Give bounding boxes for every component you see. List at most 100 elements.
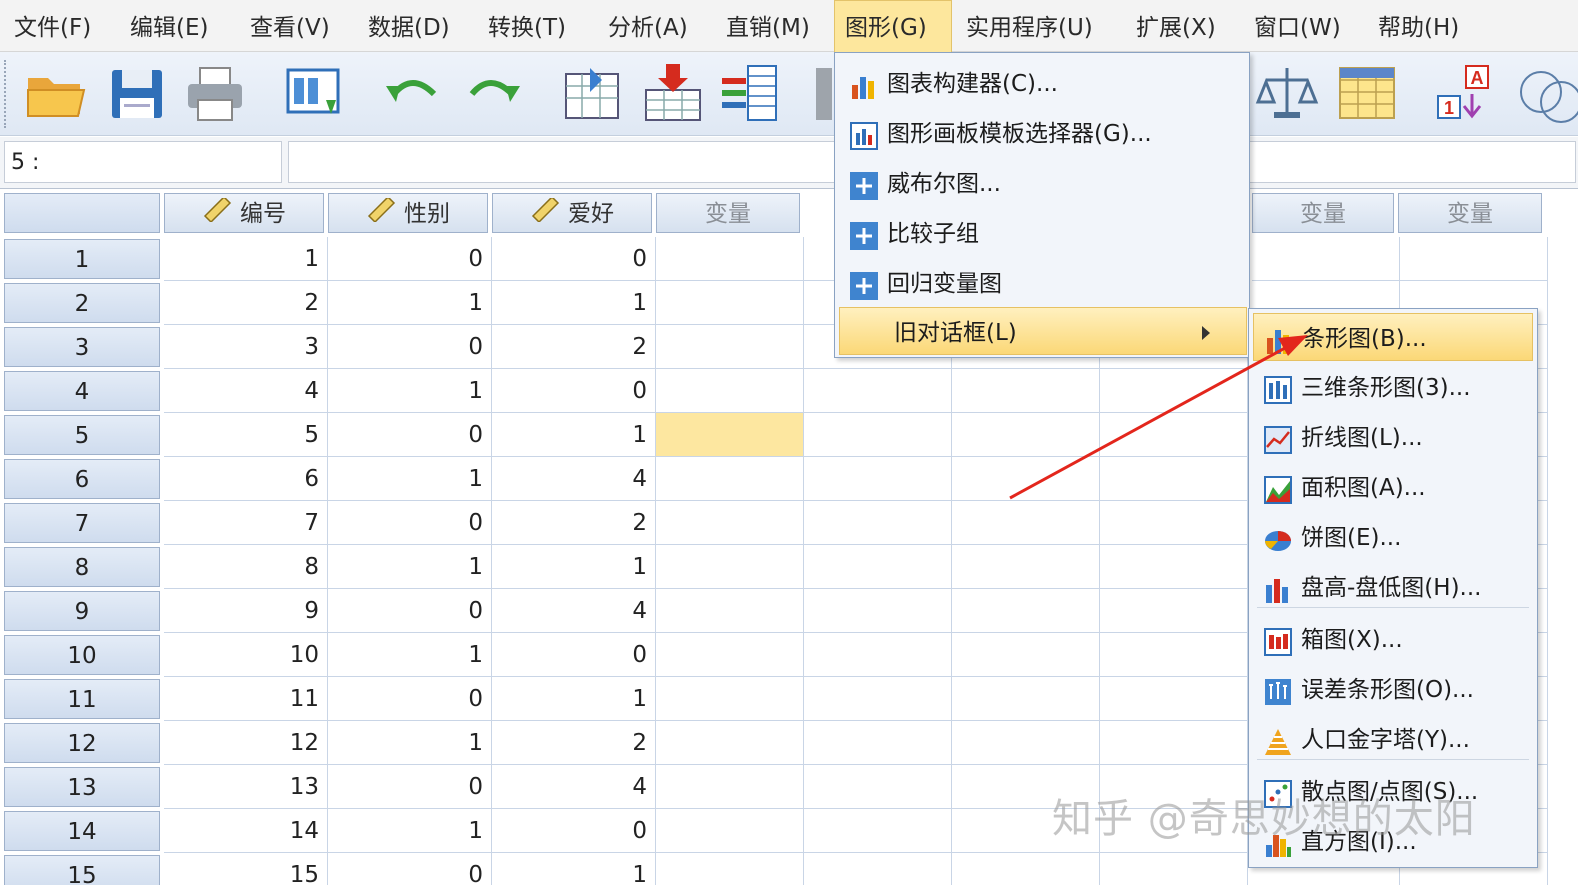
use-sets-icon[interactable]: A1 — [1432, 60, 1498, 126]
submenu-item-boxplot[interactable]: 箱图(X)... — [1253, 615, 1533, 663]
menu-item-compare-subgroups[interactable]: 比较子组 — [835, 209, 1249, 257]
data-cell[interactable]: 7 — [164, 501, 328, 545]
empty-cell[interactable] — [804, 545, 952, 589]
empty-cell[interactable] — [952, 501, 1100, 545]
data-cell[interactable]: 13 — [164, 765, 328, 809]
data-cell[interactable]: 0 — [328, 677, 492, 721]
data-cell[interactable]: 12 — [164, 721, 328, 765]
submenu-item-bar-chart[interactable]: 条形图(B)... — [1253, 313, 1533, 361]
value-labels-icon[interactable] — [1334, 60, 1400, 126]
empty-cell[interactable] — [656, 809, 804, 853]
row-header[interactable]: 11 — [4, 679, 160, 719]
data-cell[interactable]: 1 — [328, 633, 492, 677]
partially-hidden-toolbar-icon[interactable] — [798, 60, 832, 126]
data-cell[interactable]: 9 — [164, 589, 328, 633]
row-header[interactable]: 6 — [4, 459, 160, 499]
menu-graphs[interactable]: 图形(G) — [834, 0, 952, 52]
data-cell[interactable]: 1 — [492, 413, 656, 457]
undo-icon[interactable] — [380, 60, 446, 126]
empty-cell[interactable] — [804, 677, 952, 721]
menu-item-chart-builder[interactable]: 图表构建器(C)... — [835, 59, 1249, 107]
toolbar-grip[interactable] — [4, 60, 8, 128]
data-cell[interactable]: 1 — [492, 545, 656, 589]
empty-cell[interactable] — [656, 721, 804, 765]
row-header[interactable]: 10 — [4, 635, 160, 675]
menu-item-legacy-dialogs[interactable]: 旧对话框(L) — [839, 307, 1247, 355]
column-header-gender[interactable]: 性别 — [328, 193, 488, 233]
row-header[interactable]: 15 — [4, 855, 160, 885]
data-cell[interactable]: 0 — [492, 809, 656, 853]
column-header-hobby[interactable]: 爱好 — [492, 193, 652, 233]
row-header[interactable]: 1 — [4, 239, 160, 279]
submenu-item-population-pyramid[interactable]: 人口金字塔(Y)... — [1253, 715, 1533, 763]
empty-cell[interactable] — [656, 325, 804, 369]
submenu-item-high-low-chart[interactable]: 盘高-盘低图(H)... — [1253, 563, 1533, 611]
empty-cell[interactable] — [656, 589, 804, 633]
data-cell[interactable]: 3 — [164, 325, 328, 369]
data-cell[interactable]: 14 — [164, 809, 328, 853]
empty-cell[interactable] — [952, 369, 1100, 413]
dialog-recall-icon[interactable] — [282, 60, 348, 126]
menu-utilities[interactable]: 实用程序(U) — [956, 0, 1103, 52]
data-cell[interactable]: 4 — [164, 369, 328, 413]
empty-cell[interactable] — [656, 457, 804, 501]
empty-cell[interactable] — [952, 589, 1100, 633]
data-cell[interactable]: 0 — [492, 237, 656, 281]
variables-icon[interactable] — [718, 60, 784, 126]
empty-cell[interactable] — [1100, 545, 1248, 589]
submenu-item-pie-chart[interactable]: 饼图(E)... — [1253, 513, 1533, 561]
data-cell[interactable]: 2 — [164, 281, 328, 325]
selected-cell[interactable] — [656, 413, 804, 457]
data-cell[interactable]: 4 — [492, 457, 656, 501]
empty-cell[interactable] — [804, 589, 952, 633]
empty-cell[interactable] — [656, 369, 804, 413]
data-cell[interactable]: 1 — [328, 457, 492, 501]
empty-cell[interactable] — [656, 677, 804, 721]
menu-edit[interactable]: 编辑(E) — [120, 0, 218, 52]
data-cell[interactable]: 1 — [492, 853, 656, 885]
menu-item-template-chooser[interactable]: 图形画板模板选择器(G)... — [835, 109, 1249, 157]
empty-cell[interactable] — [1100, 677, 1248, 721]
row-header[interactable]: 2 — [4, 283, 160, 323]
print-icon[interactable] — [182, 60, 248, 126]
empty-cell[interactable] — [952, 457, 1100, 501]
menu-data[interactable]: 数据(D) — [358, 0, 460, 52]
data-cell[interactable]: 5 — [164, 413, 328, 457]
row-header[interactable]: 7 — [4, 503, 160, 543]
data-cell[interactable]: 0 — [492, 633, 656, 677]
submenu-item-3d-bar-chart[interactable]: 三维条形图(3)... — [1253, 363, 1533, 411]
empty-cell[interactable] — [656, 501, 804, 545]
empty-cell[interactable] — [1100, 457, 1248, 501]
data-cell[interactable]: 1 — [492, 677, 656, 721]
data-cell[interactable]: 0 — [328, 765, 492, 809]
grid-corner[interactable] — [4, 193, 160, 233]
menu-help[interactable]: 帮助(H) — [1368, 0, 1469, 52]
data-cell[interactable]: 4 — [492, 765, 656, 809]
data-cell[interactable]: 0 — [328, 853, 492, 885]
data-cell[interactable]: 1 — [328, 281, 492, 325]
data-cell[interactable]: 2 — [492, 325, 656, 369]
empty-cell[interactable] — [1100, 853, 1248, 885]
menu-item-regression-plots[interactable]: 回归变量图 — [835, 259, 1249, 307]
empty-cell[interactable] — [952, 721, 1100, 765]
empty-cell[interactable] — [656, 281, 804, 325]
column-header-id[interactable]: 编号 — [164, 193, 324, 233]
empty-cell[interactable] — [952, 413, 1100, 457]
data-cell[interactable]: 1 — [328, 809, 492, 853]
row-header[interactable]: 5 — [4, 415, 160, 455]
empty-cell[interactable] — [656, 633, 804, 677]
data-cell[interactable]: 1 — [492, 281, 656, 325]
goto-case-icon[interactable] — [560, 60, 626, 126]
empty-cell[interactable] — [656, 765, 804, 809]
goto-variable-icon[interactable] — [640, 60, 706, 126]
row-header[interactable]: 3 — [4, 327, 160, 367]
data-cell[interactable]: 2 — [492, 721, 656, 765]
partially-hidden-toolbar-icon-2[interactable] — [1514, 60, 1578, 126]
cell-reference-field[interactable]: 5 : — [4, 141, 282, 183]
empty-cell[interactable] — [804, 809, 952, 853]
data-cell[interactable]: 11 — [164, 677, 328, 721]
submenu-item-error-bar[interactable]: 误差条形图(O)... — [1253, 665, 1533, 713]
data-cell[interactable]: 6 — [164, 457, 328, 501]
row-header[interactable]: 12 — [4, 723, 160, 763]
menu-analyze[interactable]: 分析(A) — [598, 0, 698, 52]
